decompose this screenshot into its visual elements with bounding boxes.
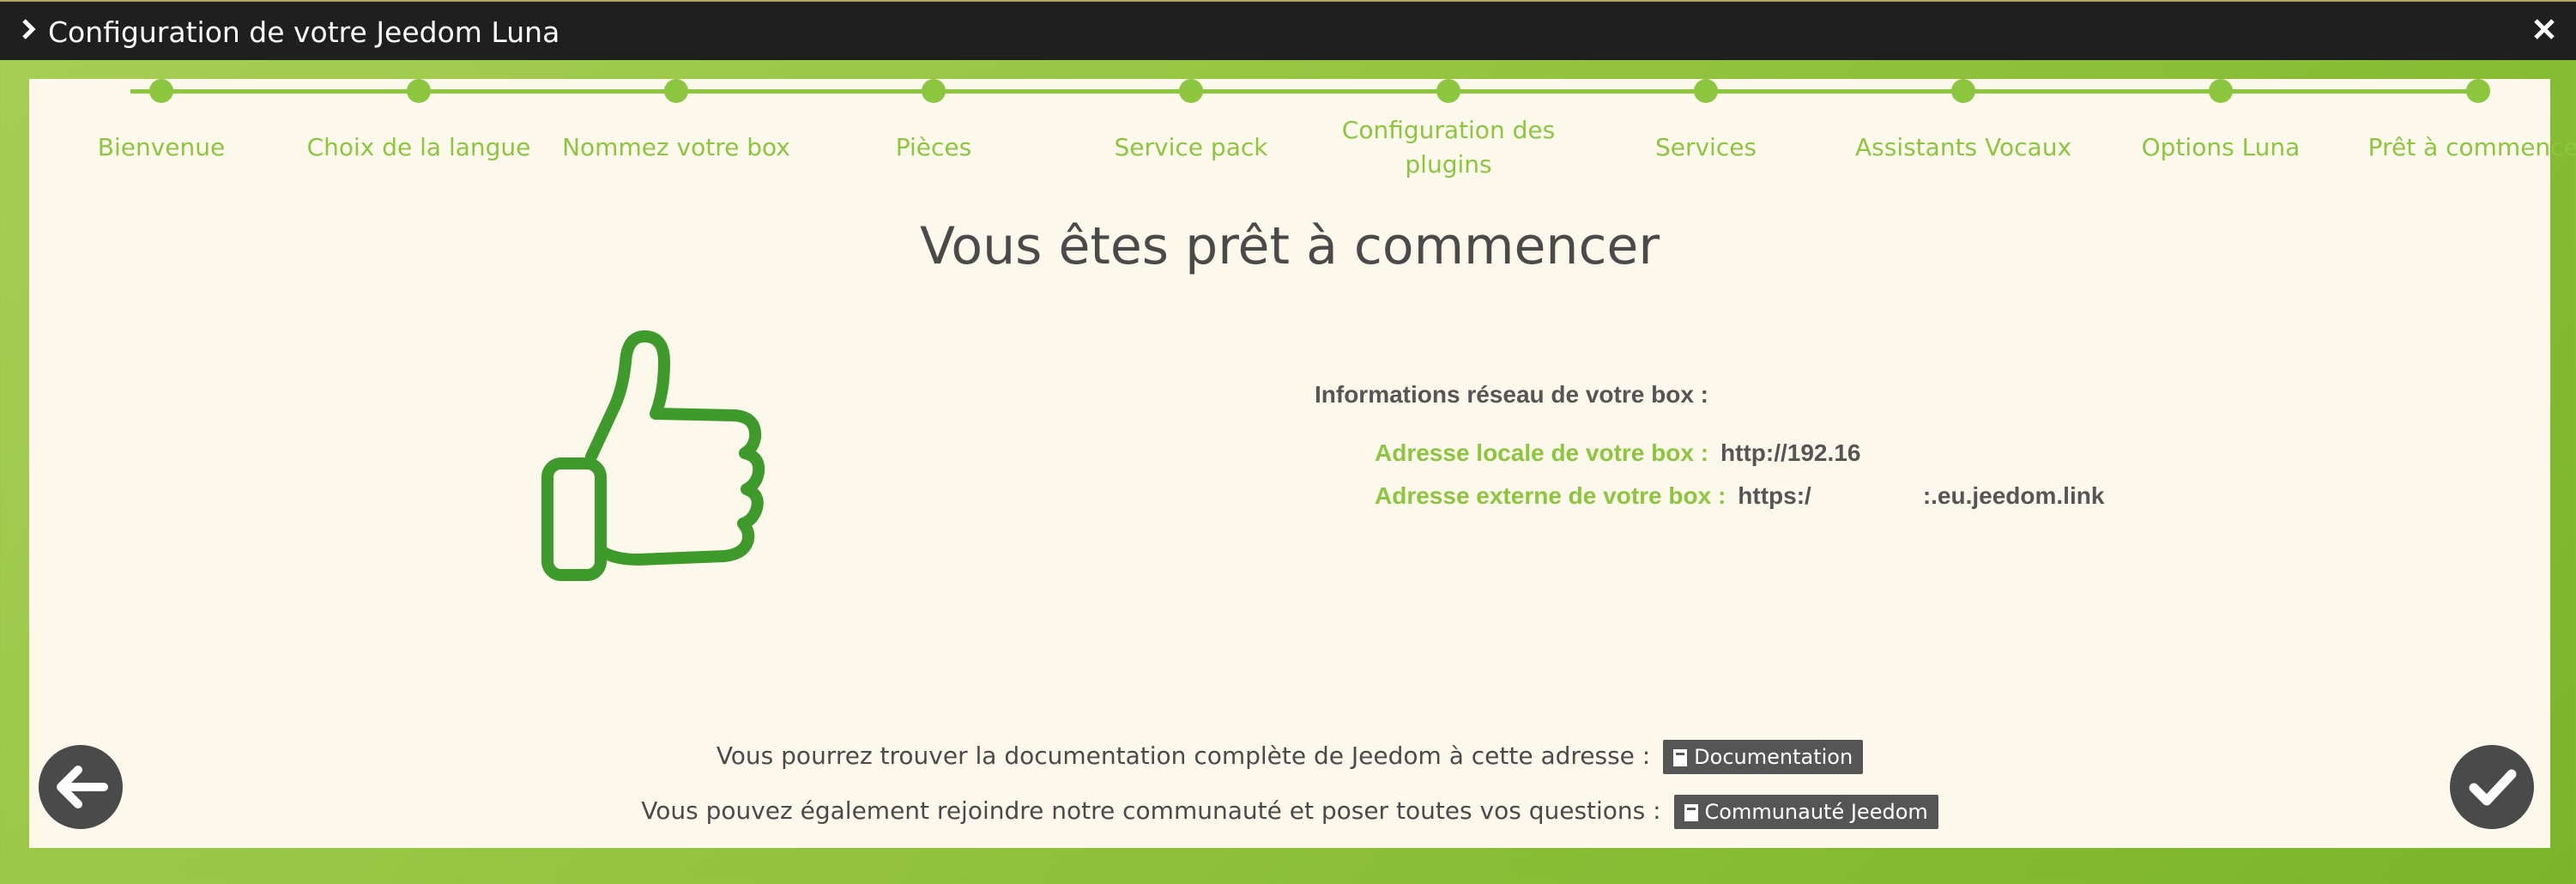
step-dot <box>922 79 946 103</box>
step-label: Nommez votre box <box>562 133 790 161</box>
community-line: Vous pouvez également rejoindre notre co… <box>29 795 2550 829</box>
community-button[interactable]: Communauté Jeedom <box>1673 795 1938 829</box>
local-address-value[interactable]: http://192.16 <box>1720 439 1860 466</box>
step-label: Service pack <box>1114 133 1268 161</box>
thumbs-up-icon <box>535 328 801 585</box>
chevron-right-icon <box>17 17 41 41</box>
step-label: Services <box>1654 133 1757 161</box>
community-text: Vous pouvez également rejoindre notre co… <box>641 796 1661 825</box>
window-title: Configuration de votre Jeedom Luna <box>48 15 560 49</box>
step-dot <box>1436 79 1460 103</box>
community-button-label: Communauté Jeedom <box>1704 800 1928 824</box>
step-label: Prêt à commencer <box>2367 133 2576 161</box>
book-icon <box>1673 749 1688 766</box>
step-dot <box>664 79 688 103</box>
step-label: Configuration des plugins <box>1341 116 1556 179</box>
external-address-label: Adresse externe de votre box : <box>1375 482 1726 509</box>
step-dot <box>1694 79 1718 103</box>
window-titlebar: Configuration de votre Jeedom Luna <box>0 0 2576 60</box>
step-dot <box>149 79 173 103</box>
book-icon <box>1684 804 1698 821</box>
close-icon[interactable] <box>2531 14 2557 48</box>
external-address-row: Adresse externe de votre box : https:/ :.e… <box>1375 482 2104 510</box>
step-label: Pièces <box>895 133 972 161</box>
step-dot <box>407 79 431 103</box>
steps-progress-line <box>130 89 2478 94</box>
step-dot <box>2209 79 2233 103</box>
step-label: Options Luna <box>2141 133 2301 161</box>
step-label: Choix de la langue <box>306 133 531 161</box>
finish-button[interactable] <box>2450 745 2534 829</box>
documentation-button[interactable]: Documentation <box>1663 740 1864 774</box>
documentation-button-label: Documentation <box>1694 745 1853 769</box>
documentation-line: Vous pourrez trouver la documentation co… <box>29 740 2550 774</box>
step-dot <box>1179 79 1203 103</box>
step-dot <box>1951 79 1975 103</box>
checkmark-icon <box>2469 769 2517 806</box>
external-address-value-end[interactable]: :.eu.jeedom.link <box>1923 482 2105 509</box>
arrow-left-icon <box>57 766 108 808</box>
local-address-row: Adresse locale de votre box : http://192.… <box>1375 439 1860 467</box>
step-label: Assistants Vocaux <box>1854 133 2072 161</box>
local-address-label: Adresse locale de votre box : <box>1375 439 1709 466</box>
previous-button[interactable] <box>39 745 123 829</box>
documentation-text: Vous pourrez trouver la documentation co… <box>716 742 1651 770</box>
step-dot <box>2466 79 2490 103</box>
page-title: Vous êtes prêt à commencer <box>919 216 1660 276</box>
step-label: Bienvenue <box>97 133 226 161</box>
external-address-value-start[interactable]: https:/ <box>1738 482 1811 509</box>
wizard-panel: Bienvenue Choix de la langue Nommez votr… <box>29 79 2576 848</box>
network-info-title: Informations réseau de votre box : <box>1315 381 1708 408</box>
